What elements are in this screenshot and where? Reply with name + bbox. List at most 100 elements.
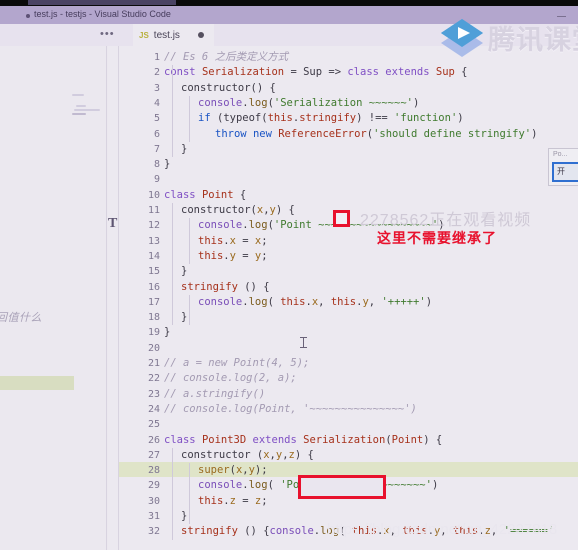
play-diamond-logo-icon	[441, 19, 483, 57]
code-line[interactable]: const Serialization = Sup => class exten…	[164, 65, 468, 80]
code-line[interactable]: class Point {	[164, 188, 246, 203]
tab-modified-dot-icon[interactable]	[197, 32, 204, 38]
line-number: 3	[153, 82, 160, 94]
line-number: 16	[147, 281, 160, 293]
code-token: // console.log(Point, '~~~~~~~~~~~~~~~')	[164, 402, 417, 415]
code-token: 'Serialization ~~~~~~'	[273, 96, 413, 109]
code-line[interactable]: stringify () {	[181, 280, 270, 295]
code-token: Point	[201, 188, 234, 201]
code-line[interactable]: super(x,y);	[198, 463, 268, 478]
code-token: =	[235, 494, 255, 507]
top-strip-accent	[28, 0, 176, 5]
tab-label: test.js	[153, 29, 180, 41]
code-token: Point	[391, 433, 424, 446]
line-number: 29	[147, 480, 160, 492]
line-number-gutter[interactable]: 1 2 3 4 5 6 7 8 9 10 11 12 13 14 15 16 17 18 19 20 21 22 23 24 2…	[119, 46, 164, 550]
code-token: Serialization	[201, 66, 285, 79]
code-line[interactable]: this.y = y;	[198, 249, 268, 264]
line-number: 31	[147, 511, 160, 522]
code-line[interactable]: this.z = z;	[198, 494, 268, 509]
code-line[interactable]: }	[181, 264, 187, 279]
indent-guide	[172, 65, 173, 158]
code-token: Point3D	[201, 433, 247, 446]
popup-confirm-button[interactable]: 开	[552, 162, 578, 182]
code-line[interactable]: console.log('Serialization ~~~~~~')	[198, 96, 419, 111]
code-token: console	[198, 219, 243, 232]
code-line[interactable]: throw new ReferenceError('should define …	[215, 127, 537, 142]
red-text-annotation: 这里不需要继承了	[377, 230, 497, 246]
javascript-file-icon: JS	[139, 30, 149, 40]
line-number: 17	[147, 296, 160, 308]
code-token: ) {	[294, 448, 314, 461]
code-line[interactable]: this.x = x;	[198, 234, 268, 249]
code-line[interactable]: // console.log(Point, '~~~~~~~~~~~~~~~')	[164, 402, 417, 417]
line-number: 14	[147, 250, 160, 262]
code-token: if	[198, 112, 211, 125]
code-line[interactable]: // console.log(2, a);	[164, 371, 297, 386]
code-token: }	[164, 326, 171, 339]
code-line[interactable]: constructor (x,y,z) {	[181, 448, 314, 463]
line-number: 8	[153, 159, 160, 171]
code-token: ) {	[275, 204, 295, 216]
code-line[interactable]: constructor(x,y) {	[181, 203, 295, 218]
code-token: typeof	[223, 112, 262, 125]
code-token: () {	[237, 280, 270, 293]
code-token: Sup	[435, 66, 455, 79]
code-line[interactable]: constructor() {	[181, 81, 276, 96]
code-line[interactable]: // Es 6 之后类定义方式	[164, 50, 288, 65]
code-token: =	[235, 234, 255, 247]
code-token: 'function'	[394, 112, 458, 125]
code-token: stringify	[181, 525, 238, 538]
code-token: this	[267, 112, 293, 125]
code-token: Serialization	[303, 433, 386, 446]
tencent-classroom-label: 腾讯课堂	[488, 25, 578, 55]
code-line[interactable]: }	[181, 142, 187, 157]
code-token: ,	[318, 295, 331, 308]
text-cursor-glyph: T	[108, 216, 118, 231]
blog-url-watermark: https://blog.csdn.net/qq_42227818	[327, 521, 558, 538]
line-number: 6	[153, 128, 160, 140]
code-line[interactable]: // a.stringify()	[164, 387, 265, 402]
code-token: console	[198, 479, 243, 492]
code-token: super	[198, 464, 230, 477]
code-line[interactable]: if (typeof(this.stringify) !== 'function…	[198, 111, 464, 126]
code-token: }	[181, 510, 188, 522]
indent-guide	[189, 294, 190, 326]
line-number: 12	[147, 220, 160, 232]
code-line[interactable]: }	[164, 325, 170, 340]
code-token: log	[248, 479, 268, 492]
code-token: log	[248, 96, 268, 109]
code-token: 'should define stringify'	[373, 127, 532, 140]
code-token: console	[198, 96, 243, 109]
code-token: this	[280, 295, 306, 308]
code-token: this	[330, 295, 357, 308]
more-actions-icon[interactable]: •••	[100, 28, 115, 40]
code-line[interactable]: class Point3D extends Serialization(Poin…	[164, 433, 442, 448]
code-token: () {	[237, 525, 270, 538]
code-token: class	[347, 66, 379, 79]
code-token: ,	[368, 295, 382, 308]
code-token: }	[181, 311, 188, 324]
line-number: 9	[153, 174, 160, 186]
code-line[interactable]: }	[164, 157, 170, 172]
code-line[interactable]: }	[181, 310, 187, 325]
code-token: console	[198, 295, 243, 308]
ghost-highlight-bar	[0, 376, 74, 390]
line-number: 24	[147, 403, 160, 415]
ghost-panel-text: 回值什么	[0, 312, 42, 324]
code-line[interactable]: console.log( this.x, this.y, '+++++')	[198, 295, 432, 310]
code-token: class	[164, 188, 196, 201]
line-number: 5	[153, 113, 160, 125]
tab-test-js[interactable]: JS test.js	[133, 24, 214, 46]
code-line[interactable]: // a = new Point(4, 5);	[164, 356, 309, 371]
side-popup-dialog[interactable]: Po... 开	[548, 148, 578, 186]
code-token: '+++++'	[381, 295, 426, 308]
code-token: this	[198, 234, 224, 247]
line-number: 15	[147, 266, 160, 278]
left-side-panel: 回值什么	[0, 46, 108, 550]
code-token: }	[181, 142, 188, 155]
tencent-classroom-watermark: 腾讯课堂	[440, 14, 578, 62]
code-line[interactable]: }	[181, 509, 187, 524]
line-number: 25	[147, 419, 160, 431]
line-number: 7	[153, 143, 160, 155]
